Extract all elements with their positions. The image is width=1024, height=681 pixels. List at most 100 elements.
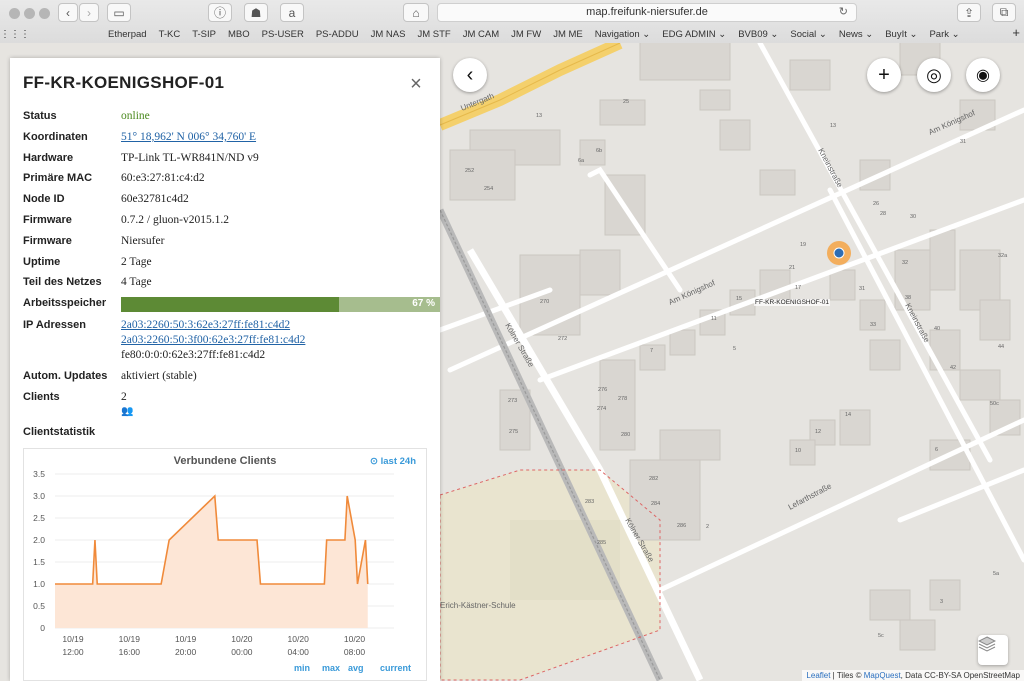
svg-text:31: 31 xyxy=(960,139,966,145)
field-label: Primäre MAC xyxy=(23,172,93,185)
svg-text:Kneinstraße: Kneinstraße xyxy=(816,147,844,190)
chart-y-tick: 3.0 xyxy=(33,491,45,501)
window-minimize-dot[interactable] xyxy=(24,8,35,19)
bookmark-item[interactable]: JM CAM xyxy=(457,29,505,40)
sidebar-toggle-icon[interactable]: ▭ xyxy=(107,3,131,22)
home-icon[interactable]: ⌂ xyxy=(403,3,429,22)
browser-toolbar: ‹ › ▭ ⓘ ☗ a ⌂ map.freifunk-niersufer.de … xyxy=(0,0,1024,44)
bookmark-item[interactable]: News ⌄ xyxy=(833,29,879,40)
chart-y-tick: 3.5 xyxy=(33,469,45,479)
svg-text:14: 14 xyxy=(845,412,851,418)
address-bar[interactable]: map.freifunk-niersufer.de ↻ xyxy=(437,3,857,22)
ghost-extension-icon[interactable]: ☗ xyxy=(244,3,268,22)
ip-link-1[interactable]: 2a03:2260:50:3:62e3:27ff:fe81:c4d2 xyxy=(121,319,290,331)
bookmark-item[interactable]: JM NAS xyxy=(365,29,412,40)
url-text: map.freifunk-niersufer.de xyxy=(586,6,708,18)
field-label: Status xyxy=(23,110,57,122)
chart-x-tick: 20:00 xyxy=(175,647,197,657)
svg-text:19: 19 xyxy=(800,242,806,248)
chart-y-tick: 1.5 xyxy=(33,557,45,567)
bookmark-item[interactable]: Etherpad xyxy=(102,29,153,40)
field-value: 4 Tage xyxy=(121,276,152,289)
svg-text:6: 6 xyxy=(935,447,938,453)
bookmark-item[interactable]: T-KC xyxy=(153,29,187,40)
bookmark-item[interactable]: JM FW xyxy=(505,29,547,40)
leaflet-link[interactable]: Leaflet xyxy=(806,671,830,680)
bookmark-item[interactable]: T-SIP xyxy=(186,29,222,40)
svg-text:285: 285 xyxy=(597,540,606,546)
reload-icon[interactable]: ↻ xyxy=(839,4,848,21)
eye-icon[interactable]: ◉ xyxy=(966,58,1000,92)
field-value: aktiviert (stable) xyxy=(121,370,197,382)
status-badge: online xyxy=(121,110,150,122)
svg-text:Erich-Kästner-Schule: Erich-Kästner-Schule xyxy=(440,601,516,610)
bookmark-item[interactable]: Navigation ⌄ xyxy=(589,29,657,40)
bookmark-item[interactable]: JM STF xyxy=(411,29,456,40)
amazon-extension-icon[interactable]: a xyxy=(280,3,304,22)
layers-icon[interactable] xyxy=(978,635,1008,665)
window-close-dot[interactable] xyxy=(9,8,20,19)
locate-icon[interactable]: ◎ xyxy=(917,58,951,92)
tabs-overview-icon[interactable]: ⧉ xyxy=(992,3,1016,22)
field-label: Hardware xyxy=(23,151,74,164)
field-value: 0.7.2 / gluon-v2015.1.2 xyxy=(121,214,229,226)
svg-text:6b: 6b xyxy=(596,148,602,154)
bookmark-item[interactable]: BuyIt ⌄ xyxy=(879,29,923,40)
share-icon[interactable]: ⇪ xyxy=(957,3,981,22)
info-extension-icon[interactable]: ⓘ xyxy=(208,3,232,22)
window-zoom-dot[interactable] xyxy=(39,8,50,19)
bookmark-item[interactable]: BVB09 ⌄ xyxy=(732,29,784,40)
field-label: Clients xyxy=(23,391,60,403)
field-label: Arbeitsspeicher xyxy=(23,297,107,309)
svg-text:30: 30 xyxy=(910,214,916,220)
svg-text:276: 276 xyxy=(598,387,607,393)
svg-text:7: 7 xyxy=(650,348,653,354)
chart-range-label: ⊙ last 24h xyxy=(370,456,416,467)
coordinates-link[interactable]: 51° 18,962' N 006° 34,760' E xyxy=(121,131,256,143)
add-bookmark-icon[interactable]: + xyxy=(1012,25,1020,40)
field-label: Uptime xyxy=(23,255,61,268)
svg-text:26: 26 xyxy=(873,201,879,207)
svg-text:275: 275 xyxy=(509,429,518,435)
memory-progress-fill xyxy=(121,297,339,312)
bookmark-item[interactable]: EDG ADMIN ⌄ xyxy=(656,29,732,40)
ip-link-2[interactable]: 2a03:2260:50:3f00:62e3:27ff:fe81:c4d2 xyxy=(121,334,305,346)
ip-link-local: fe80:0:0:0:62e3:27ff:fe81:c4d2 xyxy=(121,349,266,361)
svg-text:33: 33 xyxy=(870,322,876,328)
bookmark-item[interactable]: PS-ADDU xyxy=(310,29,365,40)
mapquest-link[interactable]: MapQuest xyxy=(864,671,901,680)
back-arrow-icon[interactable]: ‹ xyxy=(453,58,487,92)
svg-text:44: 44 xyxy=(998,344,1004,350)
chart-x-tick: 10/20 xyxy=(344,634,366,644)
back-nav-icon[interactable]: ‹ xyxy=(58,3,78,22)
svg-text:286: 286 xyxy=(677,523,686,529)
chart-x-tick: 04:00 xyxy=(288,647,310,657)
node-map-label[interactable]: FF-KR-KOENIGSHOF-01 xyxy=(754,299,831,306)
svg-text:5c: 5c xyxy=(878,633,884,639)
bookmark-item[interactable]: Park ⌄ xyxy=(923,29,965,40)
chart-y-tick: 2.0 xyxy=(33,535,45,545)
bookmark-item[interactable]: JM ME xyxy=(547,29,589,40)
chart-x-tick: 10/20 xyxy=(288,634,310,644)
svg-text:3: 3 xyxy=(940,599,943,605)
field-value: 60:e3:27:81:c4:d2 xyxy=(121,172,205,185)
users-icon: 👥 xyxy=(121,406,134,417)
close-icon[interactable]: × xyxy=(406,74,426,94)
svg-text:40: 40 xyxy=(934,326,940,332)
bookmark-list: Etherpad T-KC T-SIP MBO PS-USER PS-ADDU JM NAS… xyxy=(102,29,966,40)
field-label: Koordinaten xyxy=(23,130,88,143)
forward-nav-icon[interactable]: › xyxy=(79,3,99,22)
chart-legend-item: max xyxy=(322,663,340,673)
bookmark-item[interactable]: MBO xyxy=(222,29,256,40)
clientstats-heading: Clientstatistik xyxy=(23,426,96,438)
svg-text:282: 282 xyxy=(649,476,658,482)
bookmark-item[interactable]: PS-USER xyxy=(256,29,310,40)
chart-y-tick: 1.0 xyxy=(33,579,45,589)
zoom-in-button[interactable]: + xyxy=(867,58,901,92)
bookmark-item[interactable]: Social ⌄ xyxy=(784,29,832,40)
chart-x-tick: 12:00 xyxy=(62,647,84,657)
svg-text:32a: 32a xyxy=(998,253,1008,259)
apps-grid-icon[interactable]: ⋮⋮⋮ xyxy=(0,29,30,40)
svg-text:270: 270 xyxy=(540,299,549,305)
attribution-text-2: , Data CC-BY-SA OpenStreetMap xyxy=(900,671,1020,680)
